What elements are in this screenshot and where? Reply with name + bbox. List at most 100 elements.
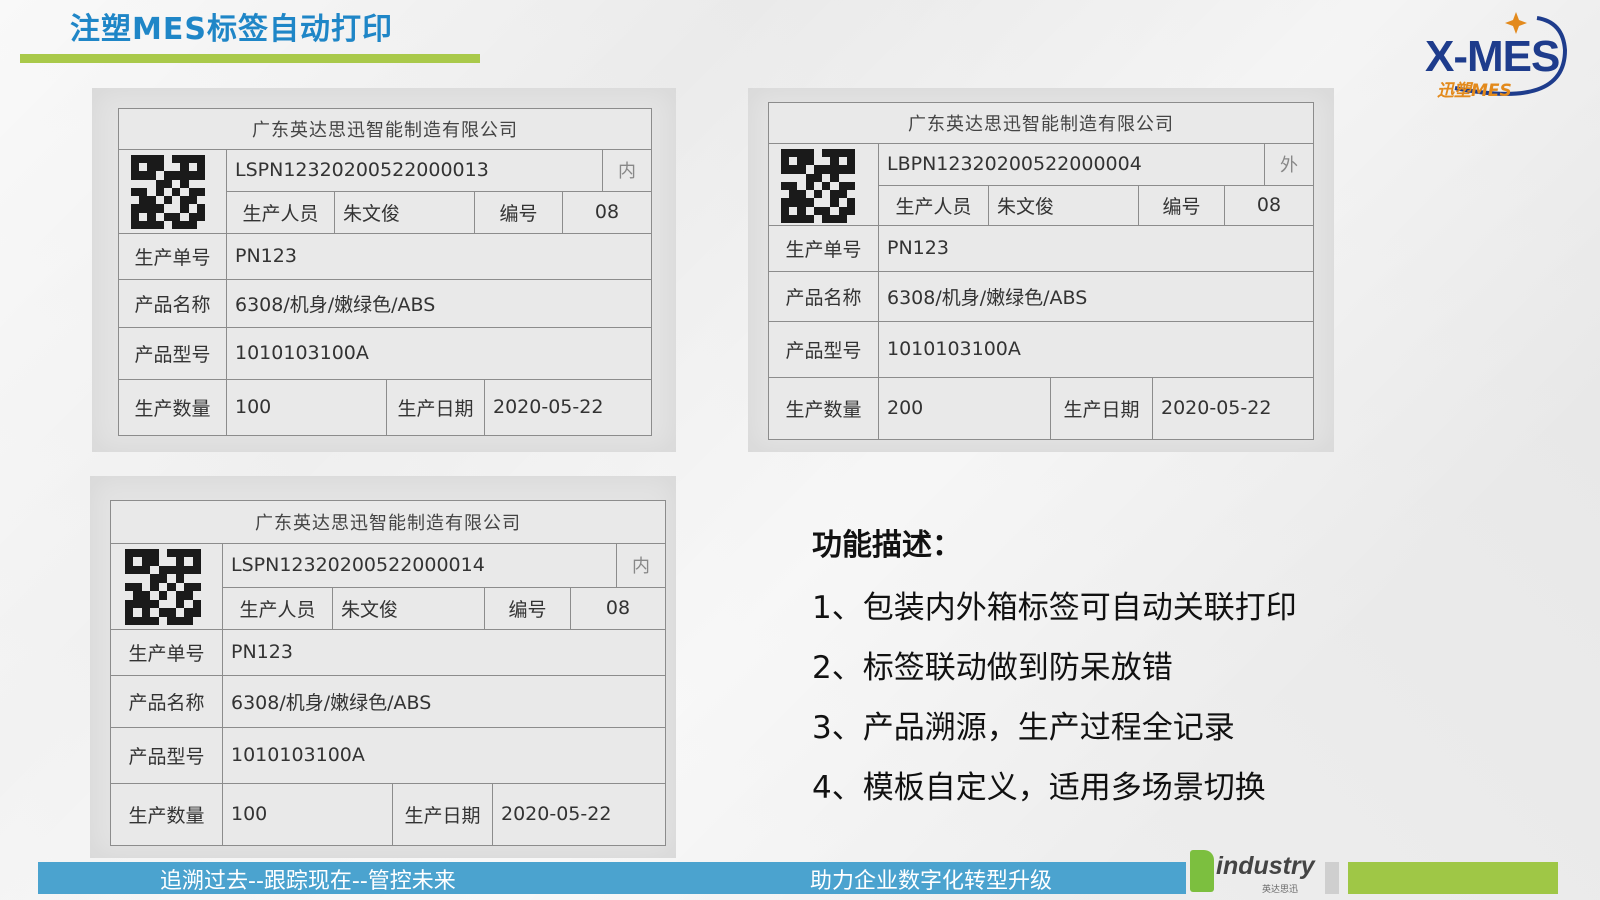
- worker-label: 生产人员: [223, 587, 333, 629]
- code-subgrid: LSPN12320200522000014 内 生产人员 朱文俊 编号 08: [223, 543, 665, 629]
- label-photo-2: 广东英达思迅智能制造有限公司 LBPN12320200522000004 外 生…: [748, 88, 1334, 452]
- product-value: 6308/机身/嫩绿色/ABS: [231, 691, 432, 714]
- qty-row: 生产数量 200 生产日期 2020-05-22: [769, 377, 1313, 439]
- industry-brand-sub: 英达思迅: [1262, 885, 1299, 895]
- footer-slogan-left: 追溯过去--跟踪现在--管控未来: [160, 869, 456, 894]
- label-card: 广东英达思迅智能制造有限公司 LSPN12320200522000013 内 生…: [118, 108, 652, 436]
- model-value: 1010103100A: [231, 744, 365, 766]
- label-code-row: LSPN12320200522000013 内 生产人员 朱文俊 编号 08: [119, 149, 651, 234]
- product-label: 产品名称: [119, 279, 227, 327]
- order-value: PN123: [231, 641, 293, 663]
- qty-label: 生产数量: [769, 377, 879, 439]
- order-row: 生产单号 PN123: [119, 233, 651, 280]
- label-company-row: 广东英达思迅智能制造有限公司: [111, 501, 665, 544]
- qty-value: 100: [223, 783, 393, 845]
- description-title: 功能描述：: [812, 528, 962, 563]
- model-value: 1010103100A: [887, 338, 1021, 360]
- box-type: 内: [618, 161, 636, 182]
- qty-row: 生产数量 100 生产日期 2020-05-22: [111, 783, 665, 845]
- product-label: 产品名称: [769, 271, 879, 321]
- worker-value: 朱文俊: [333, 587, 485, 629]
- footer-divider: [1325, 862, 1339, 894]
- order-label: 生产单号: [769, 225, 879, 271]
- model-row: 产品型号 1010103100A: [111, 727, 665, 784]
- qr-code-icon: [131, 155, 205, 229]
- worker-label: 生产人员: [227, 191, 335, 233]
- industry-brand-text: industry: [1216, 852, 1315, 880]
- company-name: 广东英达思迅智能制造有限公司: [252, 120, 518, 141]
- qr-code-cell: [119, 149, 227, 233]
- model-value: 1010103100A: [235, 342, 369, 364]
- qty-label: 生产数量: [111, 783, 223, 845]
- worker-value: 朱文俊: [989, 185, 1139, 225]
- order-value: PN123: [235, 245, 297, 267]
- model-label: 产品型号: [111, 727, 223, 783]
- number-value: 08: [605, 597, 631, 619]
- code-subgrid: LBPN12320200522000004 外 生产人员 朱文俊 编号 08: [879, 143, 1313, 225]
- date-label: 生产日期: [1051, 377, 1153, 439]
- label-photo-3: 广东英达思迅智能制造有限公司 LSPN12320200522000014 内 生…: [90, 476, 676, 858]
- number-label: 编号: [1139, 185, 1225, 225]
- worker-label: 生产人员: [879, 185, 989, 225]
- model-row: 产品型号 1010103100A: [769, 321, 1313, 378]
- code-subgrid: LSPN12320200522000013 内 生产人员 朱文俊 编号 08: [227, 149, 651, 233]
- label-code: LSPN12320200522000014: [223, 543, 617, 587]
- order-label: 生产单号: [111, 629, 223, 675]
- label-code-row: LSPN12320200522000014 内 生产人员 朱文俊 编号 08: [111, 543, 665, 630]
- number-value: 08: [594, 201, 620, 223]
- product-value: 6308/机身/嫩绿色/ABS: [887, 286, 1088, 309]
- qr-code-icon: [781, 149, 855, 223]
- company-name: 广东英达思迅智能制造有限公司: [908, 114, 1174, 135]
- footer-slogan-right: 助力企业数字化转型升级: [810, 869, 1053, 894]
- model-row: 产品型号 1010103100A: [119, 327, 651, 380]
- label-code-row: LBPN12320200522000004 外 生产人员 朱文俊 编号 08: [769, 143, 1313, 226]
- company-name: 广东英达思迅智能制造有限公司: [255, 513, 521, 534]
- number-value: 08: [1256, 194, 1282, 216]
- logo-sub-text: 迅塑MES: [1437, 81, 1512, 101]
- product-row: 产品名称 6308/机身/嫩绿色/ABS: [119, 279, 651, 328]
- footer-green-bar: [1348, 862, 1558, 894]
- product-value: 6308/机身/嫩绿色/ABS: [235, 293, 436, 316]
- label-code: LBPN12320200522000004: [879, 143, 1265, 185]
- order-value: PN123: [887, 237, 949, 259]
- label-company-row: 广东英达思迅智能制造有限公司: [769, 103, 1313, 144]
- box-type: 内: [632, 556, 650, 577]
- label-code: LSPN12320200522000013: [227, 149, 603, 191]
- description-item: 4、模板自定义，适用多场景切换: [812, 770, 1266, 806]
- date-value: 2020-05-22: [493, 396, 604, 418]
- industry-logo: industry 英达思迅: [1190, 848, 1320, 896]
- qty-row: 生产数量 100 生产日期 2020-05-22: [119, 379, 651, 435]
- qr-code-cell: [111, 543, 223, 629]
- order-row: 生产单号 PN123: [111, 629, 665, 676]
- industry-mark-icon: [1190, 850, 1214, 892]
- qty-label: 生产数量: [119, 379, 227, 435]
- order-row: 生产单号 PN123: [769, 225, 1313, 272]
- number-label: 编号: [485, 587, 571, 629]
- qty-value: 100: [227, 379, 387, 435]
- description-item: 2、标签联动做到防呆放错: [812, 650, 1173, 686]
- order-label: 生产单号: [119, 233, 227, 279]
- date-value: 2020-05-22: [1161, 397, 1272, 419]
- label-company-row: 广东英达思迅智能制造有限公司: [119, 109, 651, 150]
- brand-logo: X-MES 迅塑MES: [1415, 10, 1595, 101]
- description-item: 1、包装内外箱标签可自动关联打印: [812, 590, 1297, 626]
- logo-main-text: X-MES: [1425, 32, 1560, 81]
- box-type: 外: [1280, 155, 1298, 176]
- model-label: 产品型号: [119, 327, 227, 379]
- qty-value: 200: [879, 377, 1051, 439]
- date-label: 生产日期: [387, 379, 485, 435]
- date-label: 生产日期: [393, 783, 493, 845]
- number-label: 编号: [475, 191, 563, 233]
- label-card: 广东英达思迅智能制造有限公司 LSPN12320200522000014 内 生…: [110, 500, 666, 846]
- product-row: 产品名称 6308/机身/嫩绿色/ABS: [769, 271, 1313, 322]
- model-label: 产品型号: [769, 321, 879, 377]
- date-value: 2020-05-22: [501, 803, 612, 825]
- qr-code-cell: [769, 143, 879, 225]
- worker-value: 朱文俊: [335, 191, 475, 233]
- qr-code-icon: [125, 549, 201, 625]
- description-item: 3、产品溯源，生产过程全记录: [812, 710, 1235, 746]
- product-label: 产品名称: [111, 675, 223, 727]
- page-title: 注塑MES标签自动打印: [70, 12, 393, 47]
- label-card: 广东英达思迅智能制造有限公司 LBPN12320200522000004 外 生…: [768, 102, 1314, 440]
- product-row: 产品名称 6308/机身/嫩绿色/ABS: [111, 675, 665, 728]
